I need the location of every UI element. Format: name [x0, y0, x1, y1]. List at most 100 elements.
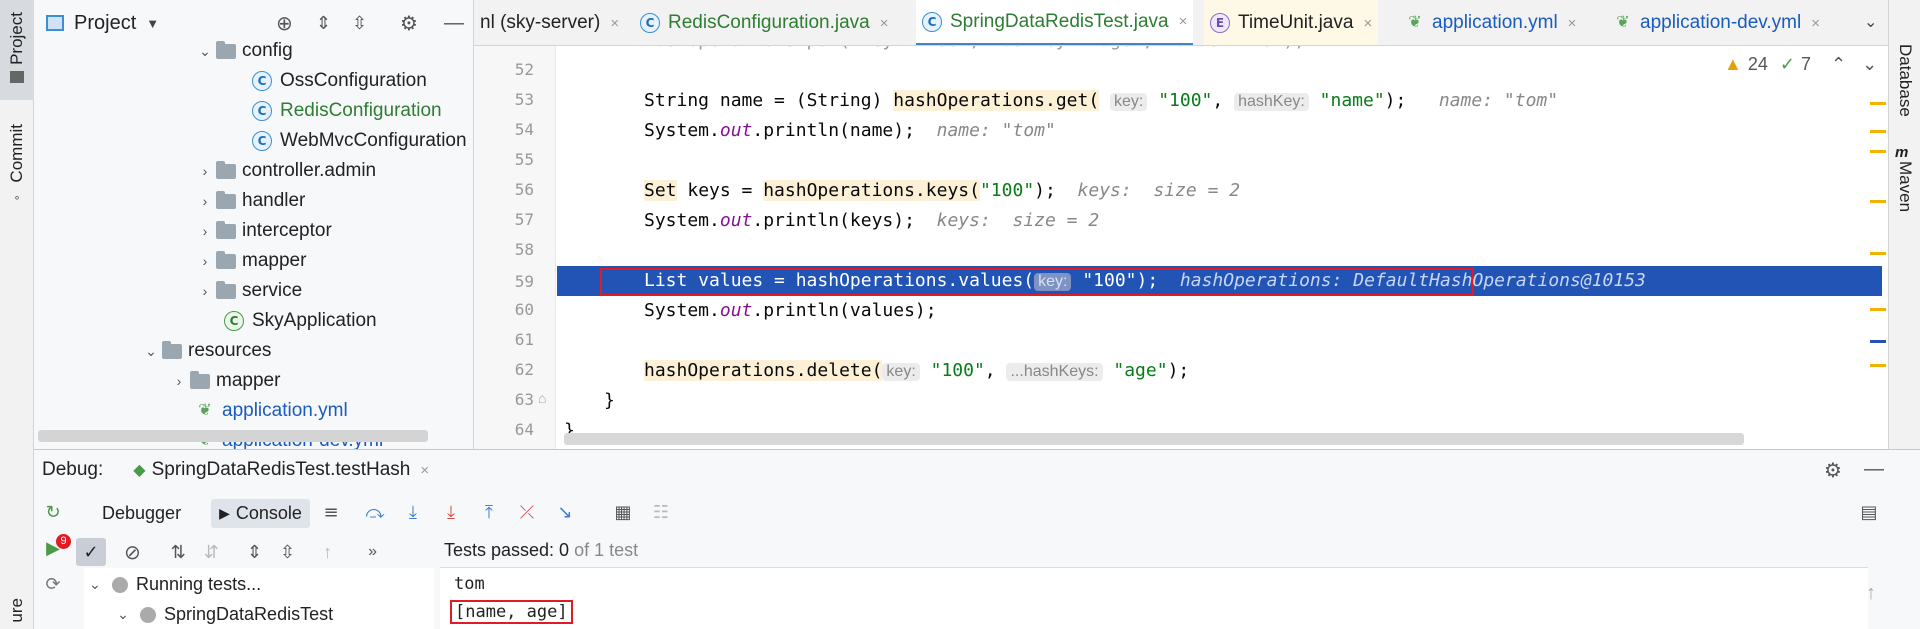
code-editor[interactable]: 51 52 53 54 55 56 57 58 59 60 61 62 63 6…: [474, 46, 1888, 449]
close-icon[interactable]: ×: [420, 462, 429, 479]
app-class-icon: C: [224, 311, 244, 331]
tab-application-dev-yml[interactable]: ❦ application-dev.yml ×: [1608, 0, 1826, 45]
rerun-icon[interactable]: ↻: [42, 502, 64, 524]
line-number: 59: [514, 272, 534, 291]
code-line-59: List values = hashOperations.values(key:…: [644, 270, 1646, 291]
close-icon[interactable]: ×: [1363, 15, 1372, 32]
sort-duration-icon[interactable]: ⇵: [204, 542, 219, 563]
tab-debugger[interactable]: Debugger: [94, 499, 189, 528]
horizontal-scrollbar[interactable]: [38, 430, 428, 442]
tree-item-service[interactable]: › service: [194, 276, 303, 306]
evaluate-icon[interactable]: ▦: [612, 502, 634, 524]
chevron-right-icon[interactable]: ›: [194, 193, 216, 209]
chevron-down-icon[interactable]: ▼: [146, 16, 159, 31]
step-over-icon[interactable]: ⤼: [364, 502, 386, 524]
database-tool-tab[interactable]: Database: [1895, 44, 1915, 123]
gear-icon[interactable]: ⚙: [400, 11, 418, 36]
chevron-down-icon[interactable]: ⌄: [1862, 54, 1877, 75]
tree-item-interceptor[interactable]: › interceptor: [194, 216, 332, 246]
layout-icon[interactable]: ▤: [1858, 502, 1880, 524]
collapse-all-icon[interactable]: ⇳: [280, 542, 295, 563]
sort-alpha-icon[interactable]: ⇅: [171, 542, 186, 563]
step-out-icon[interactable]: ⤒: [478, 502, 500, 524]
gear-icon[interactable]: ⚙: [1824, 458, 1842, 483]
chevron-down-icon[interactable]: ⌄: [194, 43, 216, 60]
commit-tool-tab[interactable]: Commit ◦: [0, 118, 34, 218]
tree-item-config[interactable]: ⌄ config: [194, 36, 293, 66]
pause-icon[interactable]: ⟳: [42, 574, 64, 596]
chevron-down-icon[interactable]: ⌄: [112, 606, 134, 623]
chevron-down-icon[interactable]: ⌄: [140, 343, 162, 360]
code-token: out: [719, 120, 753, 141]
chevron-right-icon[interactable]: ›: [194, 223, 216, 239]
step-into-icon[interactable]: ⤓: [402, 502, 424, 524]
console-icon: ▶: [219, 504, 230, 521]
tab-label: SpringDataRedisTest.java: [950, 10, 1169, 32]
tree-item-webmvc-configuration[interactable]: C WebMvcConfiguration: [252, 126, 467, 156]
expand-all-icon[interactable]: ⇕: [316, 13, 331, 34]
tree-item-resources-mapper[interactable]: › mapper: [168, 366, 281, 396]
tab-redis-configuration[interactable]: C RedisConfiguration.java ×: [634, 0, 895, 45]
locate-icon[interactable]: ⊕: [276, 11, 293, 36]
param-hint: hashKey:: [1234, 93, 1309, 111]
editor-horizontal-scrollbar[interactable]: [564, 433, 1744, 445]
close-icon[interactable]: ×: [1568, 15, 1577, 32]
scroll-marker: [1870, 130, 1886, 133]
chevron-down-icon[interactable]: ⌄: [84, 576, 106, 593]
chevron-right-icon[interactable]: ›: [194, 163, 216, 179]
tab-application-yml[interactable]: ❦ application.yml ×: [1400, 0, 1582, 45]
code-token: "100": [1082, 270, 1137, 291]
param-hint: key:: [882, 363, 920, 381]
close-icon[interactable]: ×: [1179, 13, 1188, 30]
code-token: ,: [984, 360, 1007, 381]
code-token: ,: [1212, 90, 1235, 111]
tree-item-redis-configuration[interactable]: C RedisConfiguration: [252, 96, 442, 126]
debug-session-tab[interactable]: ◆ SpringDataRedisTest.testHash ×: [133, 459, 429, 481]
chevron-down-icon[interactable]: ⌄: [1864, 12, 1877, 32]
maven-tool-tab[interactable]: m Maven: [1895, 144, 1915, 218]
structure-tool-tab[interactable]: ure: [0, 598, 34, 629]
console-output[interactable]: tom [name, age]: [440, 567, 1868, 629]
inspection-widget[interactable]: ▲ 24 ✓ 7 ⌃ ⌄: [1724, 54, 1877, 75]
close-icon[interactable]: ×: [1811, 15, 1820, 32]
tab-sky-server-pom[interactable]: nl (sky-server) ×: [474, 0, 625, 45]
code-token: .println(keys);: [752, 210, 915, 231]
tree-item-resources[interactable]: ⌄ resources: [140, 336, 271, 366]
chevron-right-icon[interactable]: ›: [168, 373, 190, 389]
hide-icon[interactable]: —: [444, 12, 464, 35]
project-panel-title[interactable]: Project: [74, 12, 136, 35]
tab-time-unit[interactable]: E TimeUnit.java ×: [1204, 0, 1379, 45]
chevron-up-icon[interactable]: ⌃: [1831, 54, 1846, 75]
more-icon[interactable]: »: [368, 543, 377, 561]
run-to-cursor-icon[interactable]: ↘: [554, 502, 576, 524]
trace-icon[interactable]: ☷: [650, 502, 672, 524]
tree-item-oss-configuration[interactable]: C OssConfiguration: [252, 66, 427, 96]
show-passed-icon[interactable]: ✓: [76, 538, 106, 566]
chevron-right-icon[interactable]: ›: [194, 283, 216, 299]
tree-item-sky-application[interactable]: C SkyApplication: [224, 306, 377, 336]
tab-spring-data-redis-test[interactable]: C SpringDataRedisTest.java ×: [916, 0, 1194, 45]
menu-icon[interactable]: ≡: [320, 502, 342, 524]
drop-frame-icon[interactable]: ⤫: [516, 502, 538, 524]
test-tree-class[interactable]: ⌄ SpringDataRedisTest: [112, 604, 333, 625]
tree-item-label: SkyApplication: [252, 310, 377, 331]
tab-console[interactable]: ▶ Console: [211, 498, 310, 528]
close-icon[interactable]: ×: [880, 15, 889, 32]
chevron-right-icon[interactable]: ›: [194, 253, 216, 269]
previous-failed-icon[interactable]: ↑: [323, 542, 332, 563]
scroll-up-icon[interactable]: ↑: [1866, 582, 1876, 605]
tree-item-application-yml[interactable]: ❦ application.yml: [196, 396, 348, 426]
fold-icon[interactable]: ⌂: [538, 390, 546, 406]
expand-all-icon[interactable]: ⇕: [247, 542, 262, 563]
tree-item-mapper[interactable]: › mapper: [194, 246, 307, 276]
project-tool-tab[interactable]: Project: [0, 0, 34, 100]
minimize-icon[interactable]: —: [1864, 458, 1884, 481]
test-tree-running[interactable]: ⌄ Running tests...: [84, 574, 261, 595]
close-icon[interactable]: ×: [610, 15, 619, 32]
collapse-all-icon[interactable]: ⇳: [352, 13, 367, 34]
tree-item-label: application.yml: [222, 400, 348, 421]
show-ignored-icon[interactable]: ⊘: [124, 540, 141, 565]
tree-item-controller-admin[interactable]: › controller.admin: [194, 156, 376, 186]
force-step-into-icon[interactable]: ⤓: [440, 502, 462, 524]
tree-item-handler[interactable]: › handler: [194, 186, 306, 216]
